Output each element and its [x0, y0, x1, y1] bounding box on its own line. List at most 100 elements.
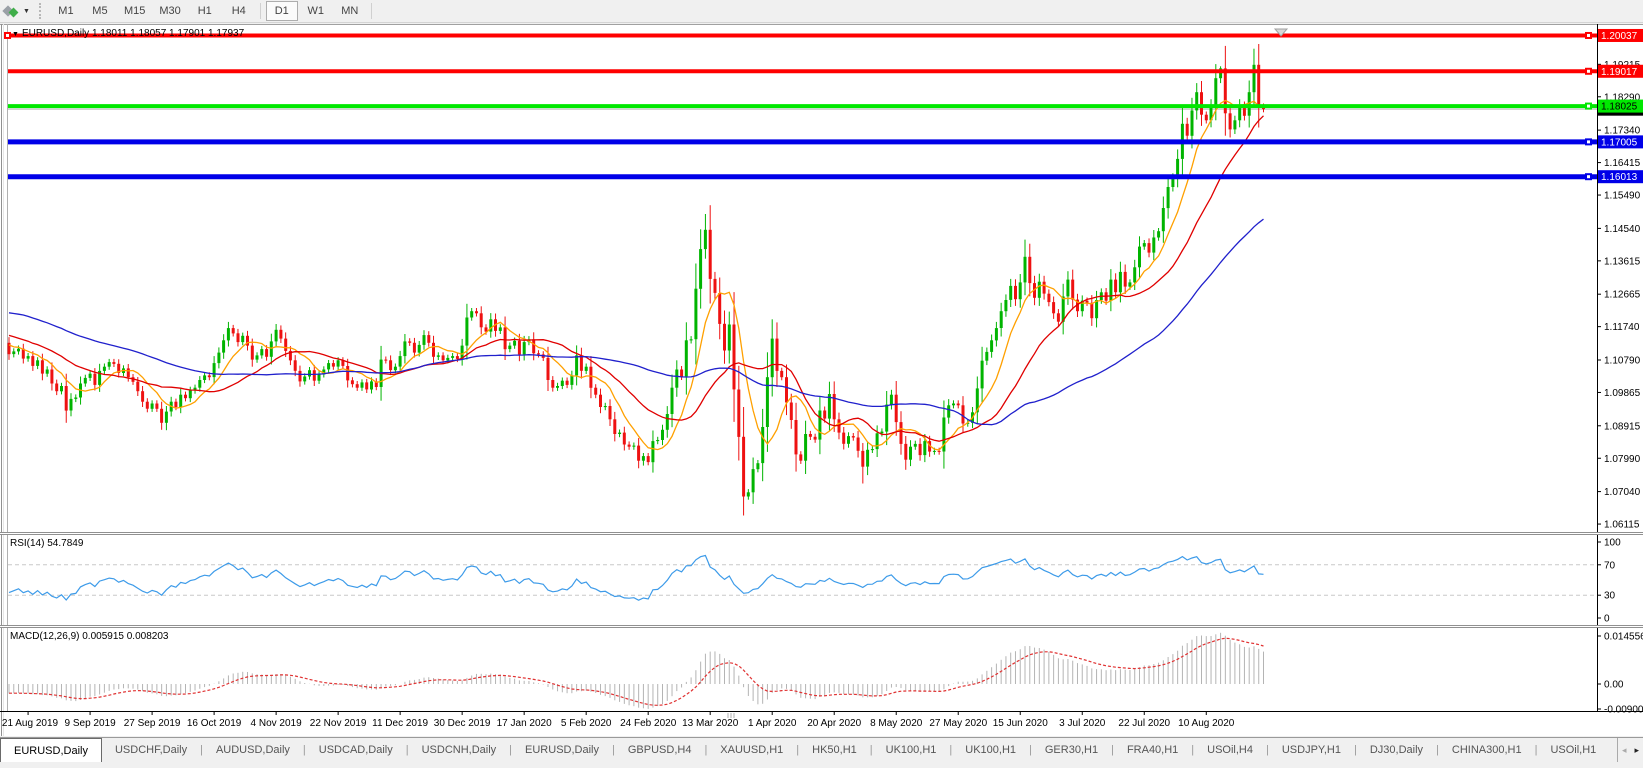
- price-tag-1.19017-text: 1.19017: [1601, 67, 1638, 78]
- price-tag-1.17005-text: 1.17005: [1601, 137, 1638, 148]
- chart-tab-eurusd-daily-5[interactable]: EURUSD,Daily: [512, 738, 612, 762]
- y-axis-label: 1.10790: [1604, 355, 1641, 366]
- timeframe-toolbar: ▼ M1M5M15M30H1H4 D1W1MN: [0, 0, 1643, 23]
- y-axis-label: 1.12665: [1604, 290, 1641, 301]
- rsi-axis-label: 70: [1604, 560, 1616, 571]
- chart-tab-usdjpy-h1-14[interactable]: USDJPY,H1: [1269, 738, 1354, 762]
- line-handle-center: [1587, 70, 1590, 73]
- line-handle-center: [1587, 140, 1590, 143]
- x-axis-label: 15 Jun 2020: [993, 718, 1048, 729]
- y-axis-label: 1.14540: [1604, 224, 1641, 235]
- tab-scroll-left-icon[interactable]: ◂: [1622, 745, 1627, 756]
- chart-tab-usdcnh-daily-4[interactable]: USDCNH,Daily: [409, 738, 510, 762]
- timeframe-button-m1[interactable]: M1: [50, 1, 82, 21]
- tab-scroll-right-icon[interactable]: ▸: [1634, 745, 1639, 756]
- chart-tab-xauusd-h1-7[interactable]: XAUUSD,H1: [707, 738, 796, 762]
- x-axis-label: 22 Nov 2019: [310, 718, 367, 729]
- rsi-axis-label: 30: [1604, 591, 1616, 602]
- price-tag-1.16013: 1.16013: [1598, 170, 1643, 183]
- chart-tab-audusd-daily-2[interactable]: AUDUSD,Daily: [203, 738, 303, 762]
- timeframe-button-h4[interactable]: H4: [223, 1, 255, 21]
- chart-tab-usdcad-daily-3[interactable]: USDCAD,Daily: [306, 738, 406, 762]
- x-axis-label: 17 Jan 2020: [497, 718, 552, 729]
- chart-tab-usoil-h1-17[interactable]: USOil,H1: [1537, 738, 1609, 762]
- x-axis-label: 22 Jul 2020: [1118, 718, 1170, 729]
- chart-tab-gbpusd-h4-6[interactable]: GBPUSD,H4: [615, 738, 705, 762]
- y-axis-label: 1.09865: [1604, 388, 1641, 399]
- x-axis-label: 3 Jul 2020: [1059, 718, 1106, 729]
- price-tag-1.20037: 1.20037: [1598, 29, 1643, 42]
- price-tag-1.18025-text: 1.18025: [1601, 102, 1638, 113]
- timeframe-button-m5[interactable]: M5: [84, 1, 116, 21]
- chart-tabbar: EURUSD,DailyUSDCHF,Daily|AUDUSD,Daily|US…: [0, 737, 1643, 762]
- toolbar-grip[interactable]: [39, 3, 43, 19]
- y-axis-label: 1.08915: [1604, 421, 1641, 432]
- line-left-handle-center: [6, 34, 9, 37]
- chart-background: [0, 24, 1643, 736]
- chart-tab-hk50-h1-8[interactable]: HK50,H1: [799, 738, 870, 762]
- x-axis-label: 16 Oct 2019: [187, 718, 242, 729]
- price-tag-1.17005: 1.17005: [1598, 135, 1643, 148]
- x-axis-label: 9 Sep 2019: [65, 718, 117, 729]
- rsi-axis-label: 0: [1604, 614, 1610, 625]
- timeframe-button-mn[interactable]: MN: [334, 1, 366, 21]
- x-axis-label: 8 May 2020: [870, 718, 923, 729]
- bottom-strip: [0, 762, 1643, 768]
- chart-menu-triangle-icon[interactable]: ▼: [12, 31, 19, 38]
- x-axis-label: 27 Sep 2019: [124, 718, 181, 729]
- x-axis-label: 10 Aug 2020: [1178, 718, 1235, 729]
- x-axis-label: 1 Apr 2020: [748, 718, 797, 729]
- chart-tab-eurusd-daily-0[interactable]: EURUSD,Daily: [0, 738, 102, 762]
- chart-tab-usdchf-daily-1[interactable]: USDCHF,Daily: [102, 738, 200, 762]
- y-axis-label: 1.07040: [1604, 487, 1641, 498]
- y-axis-label: 1.16415: [1604, 158, 1641, 169]
- macd-label: MACD(12,26,9) 0.005915 0.008203: [10, 631, 168, 642]
- y-axis-label: 1.07990: [1604, 454, 1641, 465]
- chart-tab-fra40-h1-12[interactable]: FRA40,H1: [1114, 738, 1191, 762]
- chart-tab-usoil-h4-13[interactable]: USOil,H4: [1194, 738, 1266, 762]
- chart-title-text: EURUSD,Daily 1.18011 1.18057 1.17901 1.1…: [22, 28, 244, 39]
- line-handle-center: [1587, 105, 1590, 108]
- price-tag-1.16013-text: 1.16013: [1601, 172, 1638, 183]
- macd-axis-label: 0.00: [1604, 680, 1624, 691]
- rsi-label: RSI(14) 54.7849: [10, 538, 83, 549]
- tab-scroll-arrows: ◂▸: [1617, 738, 1643, 762]
- timeframe-button-w1[interactable]: W1: [300, 1, 332, 21]
- y-axis-label: 1.06115: [1604, 520, 1640, 531]
- chart-tab-uk100-h1-10[interactable]: UK100,H1: [952, 738, 1029, 762]
- x-axis-label: 21 Aug 2019: [2, 718, 59, 729]
- chart-tab-uk100-h1-9[interactable]: UK100,H1: [873, 738, 950, 762]
- macd-axis-label: -0.009001: [1604, 705, 1643, 716]
- price-tag-1.20037-text: 1.20037: [1601, 31, 1638, 42]
- toolbar-separator: [260, 3, 261, 19]
- line-handle-center: [1587, 175, 1590, 178]
- price-tag-1.18025: 1.18025: [1598, 100, 1643, 113]
- timeframe-button-h1[interactable]: H1: [189, 1, 221, 21]
- chart-title: ▼EURUSD,Daily 1.18011 1.18057 1.17901 1.…: [12, 28, 244, 39]
- timeframe-button-d1[interactable]: D1: [266, 1, 298, 21]
- x-axis-label: 4 Nov 2019: [251, 718, 303, 729]
- x-axis-label: 30 Dec 2019: [434, 718, 491, 729]
- x-axis-label: 20 Apr 2020: [807, 718, 861, 729]
- x-axis-label: 5 Feb 2020: [561, 718, 612, 729]
- y-axis-label: 1.15490: [1604, 191, 1641, 202]
- chart-tool-icon[interactable]: [2, 3, 22, 19]
- line-handle-center: [1587, 34, 1590, 37]
- x-axis-label: 11 Dec 2019: [372, 718, 428, 729]
- timeframe-button-m30[interactable]: M30: [153, 1, 186, 21]
- price-chart-canvas[interactable]: 1.192151.182901.173401.164151.154901.145…: [0, 24, 1643, 736]
- y-axis-label: 1.17340: [1604, 126, 1641, 137]
- chart-window: 1.192151.182901.173401.164151.154901.145…: [0, 24, 1643, 736]
- price-tag-1.19017: 1.19017: [1598, 65, 1643, 78]
- y-axis-label: 1.13615: [1604, 256, 1641, 267]
- dropdown-caret-icon[interactable]: ▼: [23, 8, 30, 15]
- chart-tab-china300-h1-16[interactable]: CHINA300,H1: [1439, 738, 1535, 762]
- rsi-axis-label: 100: [1604, 538, 1621, 549]
- y-axis-label: 1.11740: [1604, 322, 1640, 333]
- chart-tab-dj30-daily-15[interactable]: DJ30,Daily: [1357, 738, 1436, 762]
- chart-tab-ger30-h1-11[interactable]: GER30,H1: [1032, 738, 1111, 762]
- timeframe-button-m15[interactable]: M15: [118, 1, 151, 21]
- x-axis-label: 24 Feb 2020: [620, 718, 677, 729]
- toolbar-separator: [371, 3, 372, 19]
- macd-axis-label: 0.014556: [1604, 632, 1643, 643]
